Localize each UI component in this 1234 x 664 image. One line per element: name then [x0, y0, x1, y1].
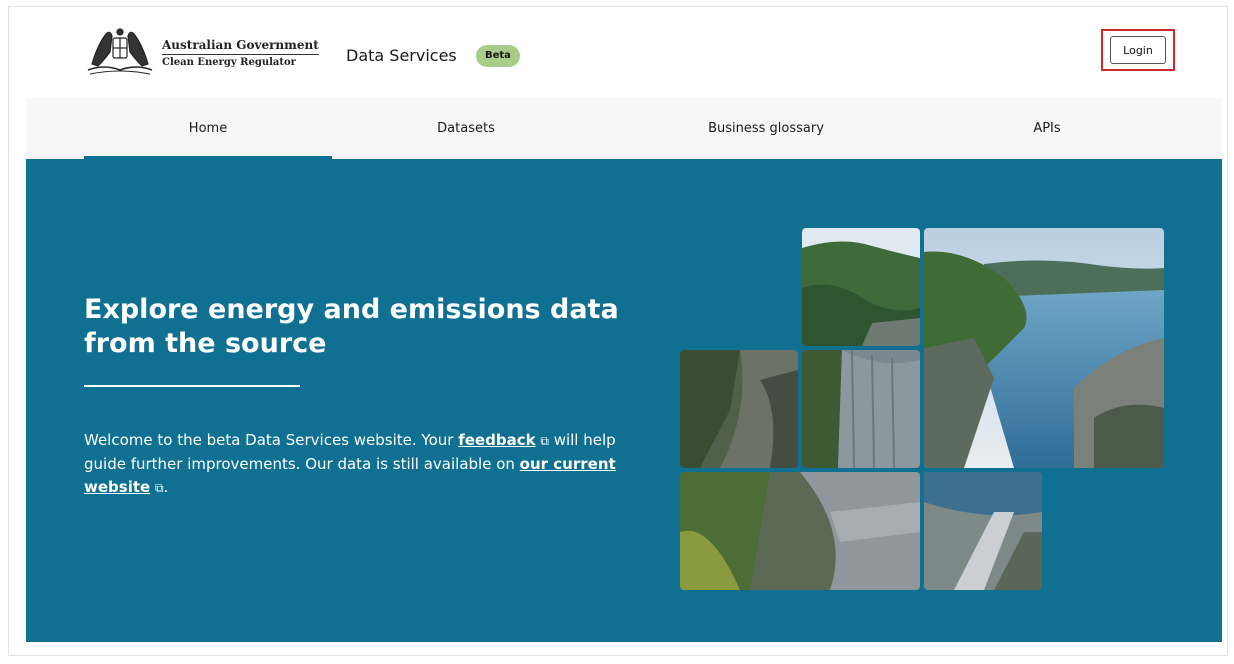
dam-wall-image-tile: [802, 350, 920, 468]
dam-image-tile: [802, 228, 920, 346]
government-wordmark: Australian Government Clean Energy Regul…: [162, 38, 319, 68]
intro-text-1: Welcome to the beta Data Services websit…: [84, 431, 459, 449]
main-nav: Home Datasets Business glossary APIs: [26, 98, 1222, 159]
nav-item-home[interactable]: Home: [84, 98, 332, 159]
feedback-link[interactable]: feedback: [458, 431, 535, 449]
hero-title: Explore energy and emissions data from t…: [84, 294, 619, 359]
gov-name: Australian Government: [162, 38, 319, 55]
beta-badge: Beta: [476, 45, 520, 67]
intro-text-end: .: [163, 478, 169, 496]
nav-item-datasets[interactable]: Datasets: [342, 98, 590, 159]
login-button[interactable]: Login: [1110, 36, 1166, 64]
agency-name: Clean Energy Regulator: [162, 57, 296, 68]
coat-of-arms-icon: [87, 28, 153, 75]
hero-banner: Explore energy and emissions data from t…: [26, 159, 1222, 642]
lake-image-tile: [924, 228, 1164, 468]
gorge-image-tile: [680, 472, 920, 590]
nav-item-apis[interactable]: APIs: [923, 98, 1171, 159]
spillway-image-tile: [924, 472, 1042, 590]
site-header: Australian Government Clean Energy Regul…: [26, 14, 1222, 98]
cliff-image-tile: [680, 350, 798, 468]
hero-intro: Welcome to the beta Data Services websit…: [84, 429, 654, 500]
external-link-icon: ⧉: [540, 434, 549, 448]
site-title[interactable]: Data Services: [346, 46, 457, 65]
nav-item-business-glossary[interactable]: Business glossary: [642, 98, 890, 159]
external-link-icon: ⧉: [154, 481, 164, 495]
hero-divider: [84, 385, 300, 387]
